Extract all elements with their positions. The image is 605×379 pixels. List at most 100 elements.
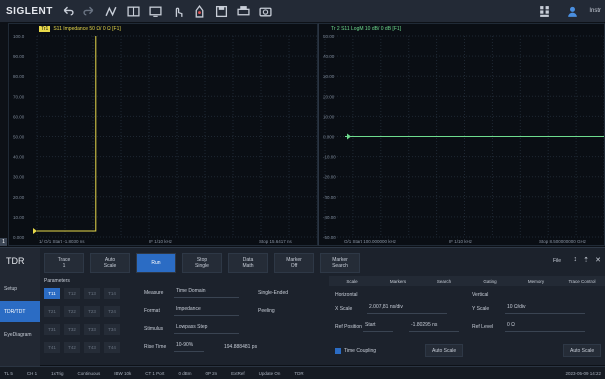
rise-time-value[interactable]: 194.888481 ps xyxy=(224,344,284,354)
trace-select-button[interactable]: Trace 1 xyxy=(44,253,84,273)
marker-off-button[interactable]: Marker Off xyxy=(274,253,314,273)
vertical-auto-scale-button[interactable]: Auto Scale xyxy=(563,344,602,357)
sparam-t22[interactable]: T22 xyxy=(64,306,80,317)
sparam-t23[interactable]: T23 xyxy=(84,306,100,317)
auto-scale-button[interactable]: Auto Scale xyxy=(90,253,130,273)
status-item: TL 5 xyxy=(4,370,13,376)
y-tick-label: 60.00 xyxy=(13,114,25,119)
save-icon[interactable] xyxy=(210,0,232,22)
ref-level-label: Ref Level xyxy=(472,324,494,330)
trace2-title[interactable]: Tr 2 S11 LogM 10 dB/ 0 dB [F1] xyxy=(331,26,401,32)
sparam-row: T21 T22 T23 T24 xyxy=(44,306,120,320)
vertical-title: Vertical xyxy=(472,292,489,298)
stimulus-select[interactable]: Lowpass Step xyxy=(174,324,239,334)
ref-level-input[interactable]: 0 Ω xyxy=(505,322,585,332)
ref-position-input[interactable]: -1.80295 ns xyxy=(409,322,459,332)
y-tick-label: 20.00 xyxy=(13,195,25,200)
sparam-t42[interactable]: T42 xyxy=(64,342,80,353)
sparam-t32[interactable]: T32 xyxy=(64,324,80,335)
user-icon[interactable] xyxy=(561,0,583,22)
status-item: 0 dBm xyxy=(178,370,192,376)
tab-gating[interactable]: Gating xyxy=(467,276,513,286)
close-icon[interactable]: ✕ xyxy=(595,256,601,264)
display-layout-icon[interactable] xyxy=(122,0,144,22)
screen-icon[interactable] xyxy=(144,0,166,22)
right-if-bw: IF 1/10 kHz xyxy=(449,239,473,244)
mode-title: TDR xyxy=(6,256,25,266)
status-item: ExtRef xyxy=(231,370,245,376)
calibration-icon[interactable] xyxy=(188,0,210,22)
reference-marker xyxy=(347,133,351,140)
touch-icon[interactable] xyxy=(166,0,188,22)
sparam-t43[interactable]: T43 xyxy=(84,342,100,353)
pin-icon[interactable]: ⇡ xyxy=(583,256,589,264)
measure-select[interactable]: Time Domain xyxy=(174,288,239,298)
right-start-freq: O/1 Start 100.000000 kHz xyxy=(344,239,397,244)
undo-icon[interactable] xyxy=(56,0,78,22)
ended-select[interactable]: Single-Ended xyxy=(258,290,318,300)
sparam-t12[interactable]: T12 xyxy=(64,288,80,299)
sparam-t21[interactable]: T21 xyxy=(44,306,60,317)
horizontal-auto-scale-button[interactable]: Auto Scale xyxy=(425,344,464,357)
checkbox-checked-icon xyxy=(335,348,341,354)
status-item: CH 1 xyxy=(26,370,38,376)
peeling-checkbox[interactable]: Peeling xyxy=(258,308,318,318)
parameters-label: Parameters xyxy=(44,278,70,284)
file-menu[interactable]: File xyxy=(553,258,561,264)
ref-position-mode[interactable]: Start xyxy=(363,322,393,332)
sidebar-tdr-tdt[interactable]: TDR/TDT xyxy=(0,301,40,322)
keypad-icon[interactable] xyxy=(533,0,555,22)
sparam-t24[interactable]: T24 xyxy=(104,306,120,317)
trace1-title[interactable]: Tr1 S11 Impedance 50 Ω/ 0 Ω [F1] xyxy=(39,26,121,32)
status-item: Continuous xyxy=(77,370,101,376)
y-tick-label: 10.00 xyxy=(323,114,335,119)
stop-single-button[interactable]: Stop Single xyxy=(182,253,222,273)
move-icon[interactable]: ↕ xyxy=(574,256,578,263)
status-item: 1xTrig xyxy=(51,370,64,376)
y-tick-label: 50.00 xyxy=(13,135,25,140)
tab-markers[interactable]: Markers xyxy=(375,276,421,286)
sparam-t11[interactable]: T11 xyxy=(44,288,60,299)
control-panel: TDR Setup TDR/TDT EyeDiagram Trace 1 Auto… xyxy=(0,247,605,366)
trace1-badge[interactable]: Tr1 xyxy=(39,26,51,32)
sparam-t44[interactable]: T44 xyxy=(104,342,120,353)
sparam-t31[interactable]: T31 xyxy=(44,324,60,335)
sparam-t41[interactable]: T41 xyxy=(44,342,60,353)
sparam-t14[interactable]: T14 xyxy=(104,288,120,299)
time-coupling-label: Time Coupling xyxy=(344,348,377,354)
user-label[interactable]: Instr xyxy=(589,8,601,14)
run-button[interactable]: Run xyxy=(136,253,176,273)
trace1-title-text: S11 Impedance 50 Ω/ 0 Ω [F1] xyxy=(53,26,121,32)
status-item: Update On xyxy=(258,370,281,376)
sparam-t33[interactable]: T33 xyxy=(84,324,100,335)
ctl-label: Run xyxy=(151,260,161,266)
tab-scale[interactable]: Scale xyxy=(329,276,375,286)
horizontal-title: Horizontal xyxy=(335,292,358,298)
y-tick-label: 90.00 xyxy=(13,54,25,59)
left-start-freq: 1/ O/1 Start -1.8030 ns xyxy=(39,239,85,244)
tab-memory[interactable]: Memory xyxy=(513,276,559,286)
y-tick-label: 100.0 xyxy=(13,34,25,39)
ctl-value: 1 xyxy=(62,263,66,269)
sidebar-setup[interactable]: Setup xyxy=(0,278,40,299)
tab-search[interactable]: Search xyxy=(421,276,467,286)
sparam-t34[interactable]: T34 xyxy=(104,324,120,335)
waveform-icon[interactable] xyxy=(100,0,122,22)
sidebar-eye-diagram[interactable]: EyeDiagram xyxy=(0,324,40,345)
quick-controls: Trace 1 Auto Scale Run Stop Single Data Math… xyxy=(44,252,360,274)
y-scale-label: Y Scale xyxy=(472,306,490,312)
redo-icon[interactable] xyxy=(78,0,100,22)
status-item: CT 1 Port xyxy=(145,370,165,376)
tab-trace-control[interactable]: Trace Control xyxy=(559,276,605,286)
data-math-button[interactable]: Data Math xyxy=(228,253,268,273)
logmag-chart[interactable]: 50.00 40.00 30.00 20.00 10.00 0.000 -10.00 -20.… xyxy=(318,23,605,246)
camera-icon[interactable] xyxy=(254,0,276,22)
rise-time-mode[interactable]: 10-90% xyxy=(174,342,204,352)
time-coupling-checkbox[interactable]: Time Coupling xyxy=(335,348,376,354)
format-select[interactable]: Impedance xyxy=(174,306,239,316)
print-icon[interactable] xyxy=(232,0,254,22)
impedance-chart[interactable]: 100.0 90.00 80.00 70.00 60.00 50.00 40.00 30.00… xyxy=(8,23,318,246)
y-scale-input[interactable]: 10 Ω/div xyxy=(505,304,585,314)
sparam-t13[interactable]: T13 xyxy=(84,288,100,299)
x-scale-input[interactable]: 2.007,81 ns/div xyxy=(367,304,447,314)
